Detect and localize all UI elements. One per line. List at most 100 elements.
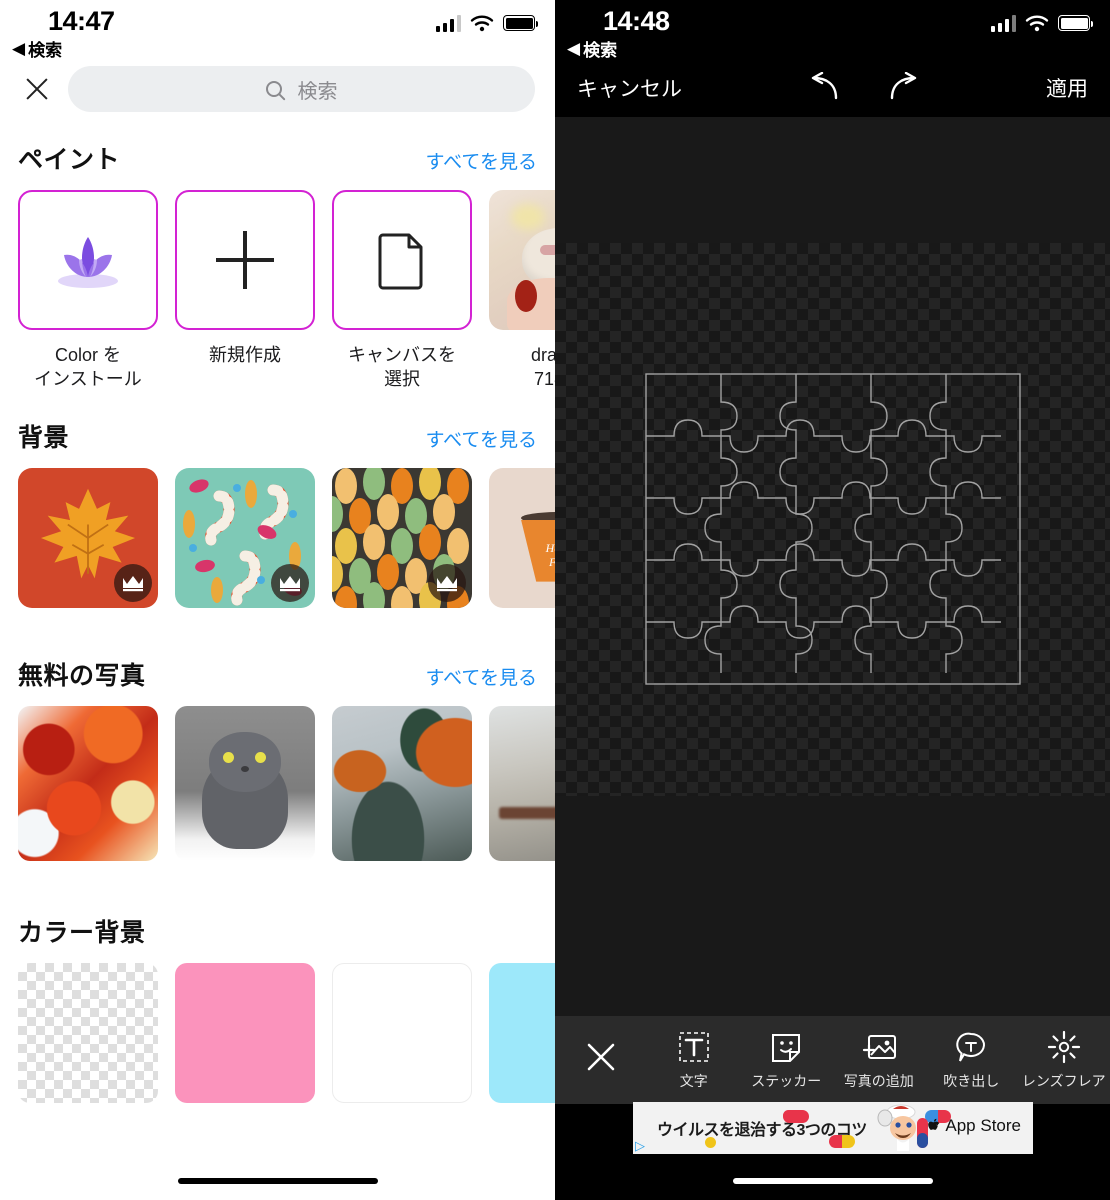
- wifi-icon: [470, 15, 494, 32]
- battery-icon: [503, 15, 538, 31]
- photo-tile-autumn-river[interactable]: [332, 705, 472, 861]
- cancel-button[interactable]: キャンセル: [577, 73, 682, 103]
- search-input[interactable]: 検索: [68, 66, 535, 112]
- background-tile-coffee[interactable]: Hello Fall: [489, 467, 555, 608]
- tool-label: ステッカー: [751, 1072, 822, 1089]
- tool-label: レンズフレア: [1021, 1072, 1106, 1089]
- premium-badge: [428, 563, 466, 602]
- tool-lens-flare[interactable]: レンズフレア: [1018, 1030, 1110, 1091]
- free-photos-row[interactable]: [0, 705, 555, 861]
- search-placeholder-text: 検索: [297, 80, 338, 103]
- adchoices-icon[interactable]: ▷: [635, 1138, 651, 1153]
- app-store-text: App Store: [945, 1116, 1021, 1135]
- battery-icon: [1058, 15, 1093, 31]
- back-label: 検索: [583, 41, 618, 60]
- editor-toolbar: キャンセル 適用: [555, 58, 1110, 118]
- background-tile-autumn-leaves[interactable]: [332, 467, 472, 608]
- puzzle-overlay[interactable]: [645, 373, 1021, 685]
- document-icon: [378, 233, 423, 290]
- section-title: 背景: [18, 423, 70, 452]
- home-indicator: [732, 1178, 933, 1184]
- cellular-signal-icon: [435, 14, 461, 32]
- paint-tile-draft[interactable]: draft_1 71883: [489, 190, 555, 392]
- script-line-1: Hello: [545, 541, 555, 555]
- label-line-1: draft_1: [530, 345, 555, 365]
- section-header-color-bg: カラー背景: [0, 861, 555, 963]
- editor-canvas[interactable]: [555, 117, 1110, 1017]
- add-photo-icon: [862, 1034, 896, 1059]
- app-store-label: App Store: [928, 1116, 1021, 1136]
- back-to-search-link[interactable]: ◀ 検索: [567, 36, 617, 61]
- back-to-search-link[interactable]: ◀ 検索: [12, 36, 62, 61]
- paint-tile-box: [175, 190, 315, 330]
- paint-tile-label: キャンバスを 選択: [332, 343, 472, 392]
- section-title: ペイント: [18, 146, 121, 174]
- tool-sticker[interactable]: ステッカー: [740, 1030, 833, 1091]
- home-indicator: [177, 1178, 378, 1184]
- section-title: 無料の写真: [18, 661, 146, 690]
- label-line-1: キャンバスを: [348, 345, 456, 365]
- paint-tile-new[interactable]: 新規作成: [175, 190, 315, 392]
- background-tiles-row[interactable]: Hello Fall: [0, 467, 555, 608]
- label-line-1: 新規作成: [209, 345, 281, 365]
- label-line-2: インストール: [34, 369, 142, 390]
- paint-tile-select-canvas[interactable]: キャンバスを 選択: [332, 190, 472, 392]
- see-all-link-background[interactable]: すべてを見る: [425, 425, 537, 452]
- text-icon: [678, 1031, 709, 1062]
- background-tile-socks[interactable]: [175, 467, 315, 608]
- dot-red: [783, 1110, 794, 1121]
- photo-tile-gray-cat[interactable]: [175, 705, 315, 861]
- photo-tile-autumn-leaves[interactable]: [18, 705, 158, 861]
- crown-icon: [123, 575, 143, 591]
- color-swatches-row[interactable]: [0, 962, 555, 1103]
- premium-badge: [271, 563, 309, 602]
- speech-bubble-icon: [956, 1032, 986, 1062]
- close-icon[interactable]: [20, 72, 54, 106]
- paint-tiles-row[interactable]: Color を インストール 新規作成 キャンバスを 選択 dra 71: [0, 190, 555, 392]
- plus-icon: [216, 231, 274, 289]
- see-all-link-free-photos[interactable]: すべてを見る: [425, 663, 537, 690]
- tool-add-photo[interactable]: 写真の追加: [833, 1030, 926, 1091]
- ad-banner[interactable]: ウイルスを退治する3つのコツ App Store ▷: [633, 1102, 1033, 1154]
- close-x-icon: [587, 1043, 615, 1070]
- search-icon: [265, 81, 282, 97]
- paint-tile-box: [18, 190, 158, 330]
- dual-screenshot-container: 14:47 ◀ 検索 検索 ペイント すべてを見る Color を インストール…: [0, 0, 1110, 1200]
- status-bar-right: 14:48 ◀ 検索: [555, 0, 1110, 61]
- photo-tile-person-lakeside[interactable]: [489, 705, 555, 861]
- see-all-link-paint[interactable]: すべてを見る: [425, 147, 537, 174]
- paint-tile-label: Color を インストール: [18, 343, 158, 392]
- left-screen-gallery: 14:47 ◀ 検索 検索 ペイント すべてを見る Color を インストール…: [0, 0, 555, 1200]
- back-arrow-icon: ◀: [567, 38, 581, 58]
- tool-label: 吹き出し: [943, 1072, 1000, 1089]
- undo-redo-group: [800, 72, 928, 104]
- section-header-background: 背景 すべてを見る: [0, 392, 555, 468]
- swatch-white[interactable]: [332, 962, 472, 1103]
- background-tile-maple-leaf[interactable]: [18, 467, 158, 608]
- sticker-icon: [772, 1033, 801, 1062]
- status-bar-left: 14:47 ◀ 検索: [0, 0, 555, 61]
- coffee-script-text: Hello Fall: [545, 541, 555, 570]
- wifi-icon: [1025, 15, 1049, 32]
- jigsaw-puzzle-outline-icon: [645, 373, 1021, 685]
- tool-speech-bubble[interactable]: 吹き出し: [925, 1030, 1018, 1091]
- lens-flare-icon: [1047, 1030, 1080, 1063]
- dot-yellow: [705, 1137, 716, 1148]
- swatch-pink[interactable]: [175, 962, 315, 1103]
- tool-close[interactable]: [555, 1040, 648, 1081]
- label-line-2: 71883: [533, 369, 555, 390]
- swatch-transparent[interactable]: [18, 962, 158, 1103]
- back-label: 検索: [28, 41, 63, 60]
- paint-tile-label: 新規作成: [175, 343, 315, 367]
- search-row: 検索: [0, 58, 555, 130]
- paint-tile-install-color[interactable]: Color を インストール: [18, 190, 158, 392]
- redo-arrow-icon[interactable]: [884, 72, 928, 104]
- label-line-1: Color を: [54, 345, 121, 365]
- status-time: 14:48: [603, 6, 670, 36]
- tool-text[interactable]: 文字: [648, 1030, 741, 1091]
- editor-tool-bar: 文字 ステッカー 写真の追加 吹き出し レンズフレア: [555, 1016, 1110, 1104]
- apply-button[interactable]: 適用: [1046, 73, 1088, 103]
- lotus-icon: [58, 237, 118, 288]
- undo-arrow-icon[interactable]: [800, 72, 844, 104]
- swatch-cyan[interactable]: [489, 962, 555, 1103]
